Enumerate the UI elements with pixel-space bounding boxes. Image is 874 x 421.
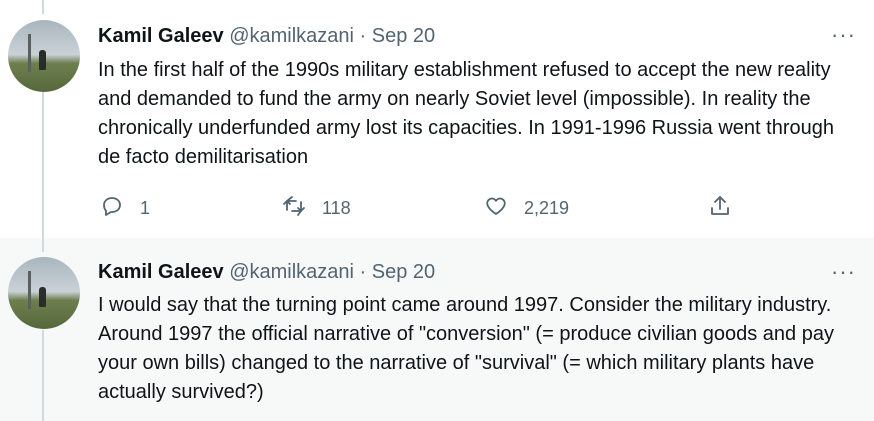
avatar[interactable]	[8, 20, 80, 92]
tweet-text: I would say that the turning point came …	[98, 291, 858, 407]
tweet-text-content: I would say that the turning point came …	[98, 294, 834, 403]
avatar[interactable]	[8, 257, 80, 329]
author-name[interactable]: Kamil Galeev	[98, 261, 224, 283]
retweet-icon	[282, 194, 306, 223]
thread-line-top	[42, 238, 44, 252]
tweet-header: Kamil Galeev @kamilkazani · Sep 20	[98, 259, 435, 285]
more-options-button[interactable]: ···	[831, 24, 856, 46]
tweet-actions: 1 118 2,219	[98, 194, 748, 224]
heart-icon	[484, 194, 508, 223]
tweet-header: Kamil Galeev @kamilkazani · Sep 20	[98, 23, 435, 49]
thread-line-connector	[42, 330, 44, 421]
tweet-date[interactable]: Sep 20	[372, 261, 435, 283]
reply-icon	[100, 194, 124, 223]
like-button[interactable]: 2,219	[484, 194, 569, 223]
tweet-text-content: In the first half of the 1990s military …	[98, 59, 834, 168]
like-count: 2,219	[524, 198, 570, 218]
separator-dot: ·	[359, 261, 367, 283]
reply-count: 1	[140, 198, 151, 218]
author-handle[interactable]: @kamilkazani	[229, 261, 354, 283]
reply-button[interactable]: 1	[100, 194, 150, 223]
author-name[interactable]: Kamil Galeev	[98, 25, 224, 47]
thread-line-top	[42, 0, 44, 14]
separator-dot: ·	[359, 25, 367, 47]
tweet-text: In the first half of the 1990s military …	[98, 56, 858, 172]
share-button[interactable]	[708, 194, 732, 223]
tweet[interactable]: Kamil Galeev @kamilkazani · Sep 20 ··· I…	[0, 0, 874, 238]
retweet-count: 118	[322, 198, 351, 218]
tweet-date[interactable]: Sep 20	[372, 25, 435, 47]
thread-line-connector	[42, 92, 44, 238]
author-handle[interactable]: @kamilkazani	[229, 25, 354, 47]
more-options-button[interactable]: ···	[831, 261, 856, 283]
retweet-button[interactable]: 118	[282, 194, 351, 223]
share-icon	[708, 194, 732, 223]
tweet[interactable]: Kamil Galeev @kamilkazani · Sep 20 ··· I…	[0, 238, 874, 421]
